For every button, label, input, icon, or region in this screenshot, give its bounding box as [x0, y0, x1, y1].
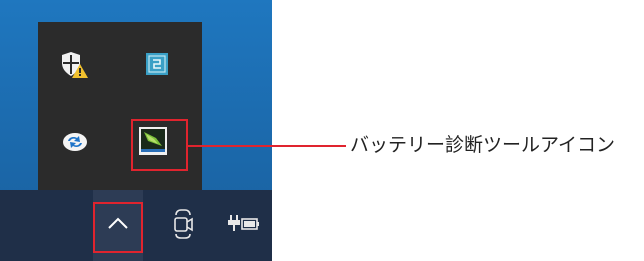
sync-arrows-icon[interactable] [62, 132, 88, 152]
power-plug-battery-icon[interactable] [227, 214, 261, 234]
windows-security-warning-icon[interactable] [60, 50, 90, 80]
callout-label: バッテリー診断ツールアイコン [350, 134, 616, 156]
callout-line [188, 145, 346, 147]
chevron-button-highlight [93, 202, 143, 253]
app-square-icon[interactable] [145, 52, 169, 76]
meet-now-icon[interactable] [172, 209, 194, 239]
battery-icon-highlight [131, 119, 188, 171]
